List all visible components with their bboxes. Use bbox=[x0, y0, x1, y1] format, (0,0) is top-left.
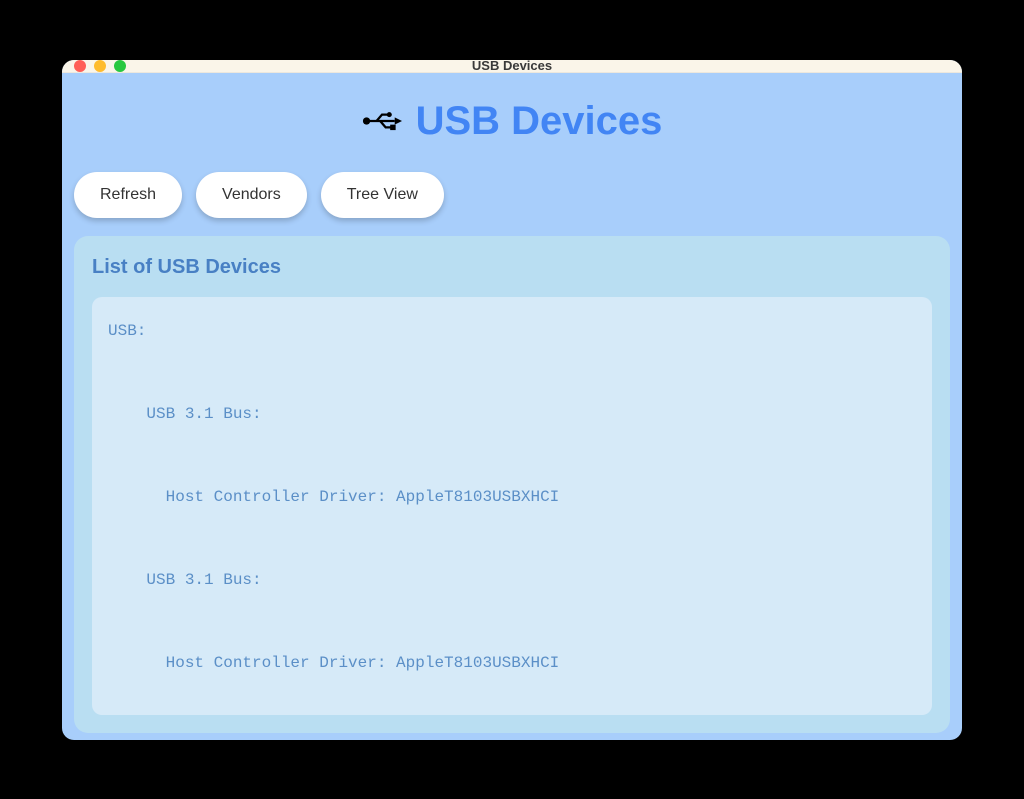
window-title: USB Devices bbox=[62, 60, 962, 74]
minimize-button[interactable] bbox=[94, 60, 106, 72]
usb-icon bbox=[362, 106, 402, 136]
refresh-button[interactable]: Refresh bbox=[74, 172, 182, 218]
titlebar: USB Devices bbox=[62, 60, 962, 73]
maximize-button[interactable] bbox=[114, 60, 126, 72]
content-area: USB Devices Refresh Vendors Tree View Li… bbox=[62, 73, 962, 740]
vendors-button[interactable]: Vendors bbox=[196, 172, 307, 218]
device-output: USB: USB 3.1 Bus: Host Controller Driver… bbox=[92, 297, 932, 715]
traffic-lights bbox=[62, 60, 126, 72]
treeview-button[interactable]: Tree View bbox=[321, 172, 444, 218]
page-title: USB Devices bbox=[416, 99, 663, 144]
device-list-panel: List of USB Devices USB: USB 3.1 Bus: Ho… bbox=[74, 236, 950, 733]
page-header: USB Devices bbox=[74, 73, 950, 164]
close-button[interactable] bbox=[74, 60, 86, 72]
app-window: USB Devices USB Devices Refresh Vendors … bbox=[62, 60, 962, 740]
toolbar: Refresh Vendors Tree View bbox=[74, 164, 950, 236]
panel-title: List of USB Devices bbox=[92, 256, 932, 279]
